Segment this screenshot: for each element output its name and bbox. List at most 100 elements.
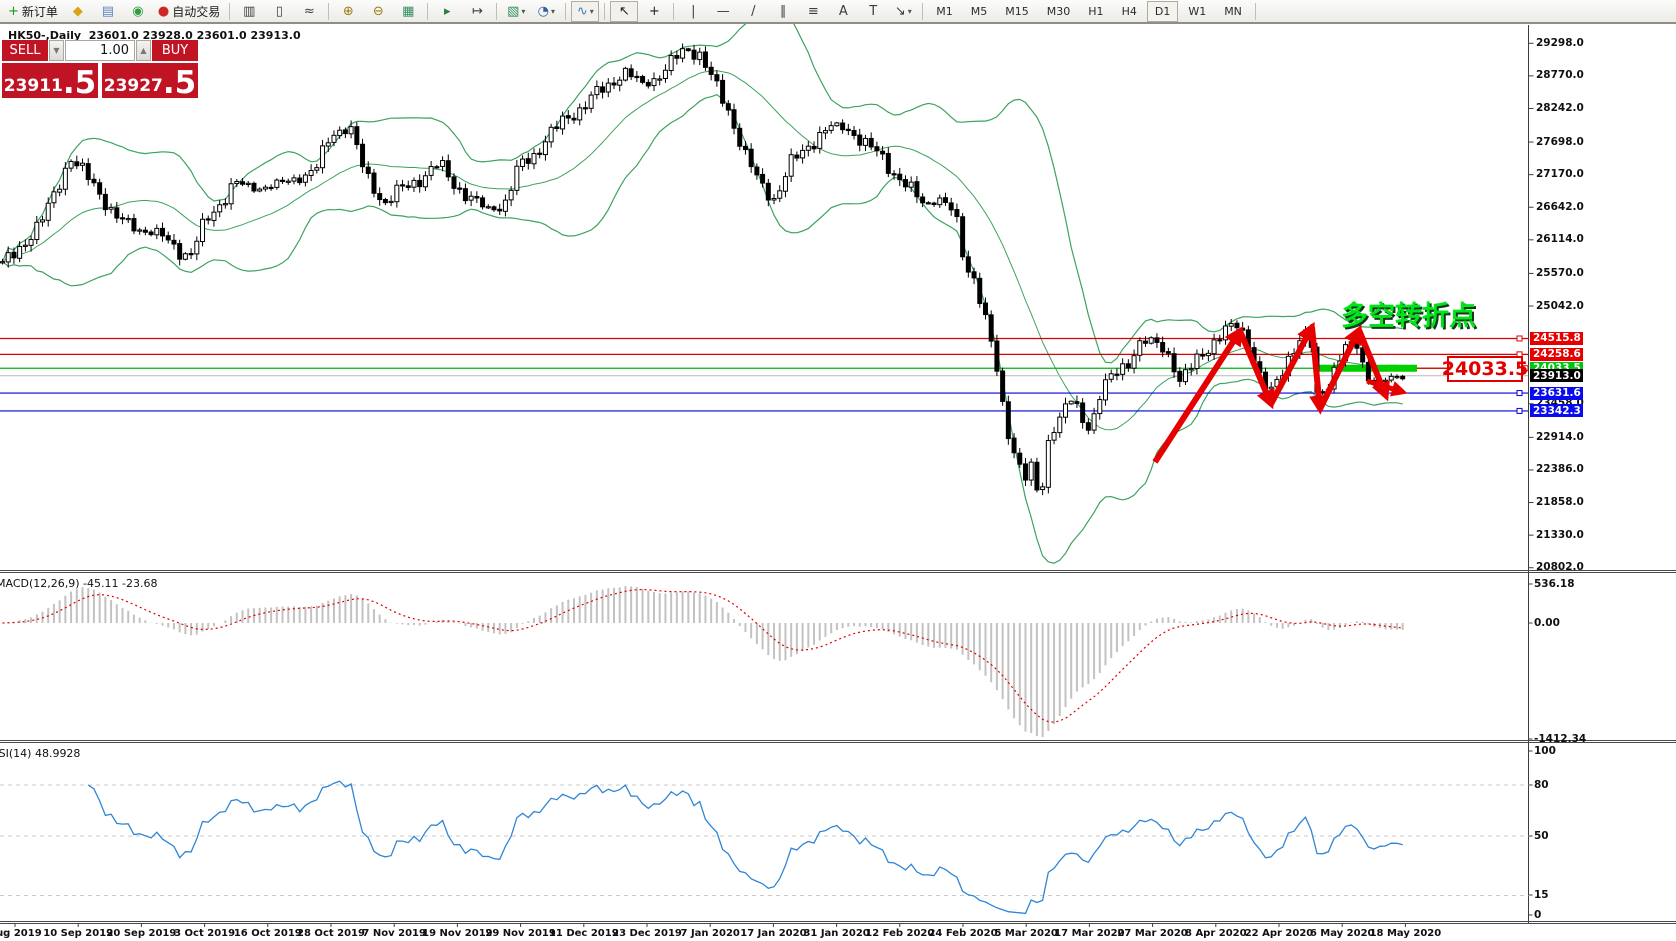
vertical-line-button[interactable]: | (679, 1, 707, 22)
candlestick-chart-icon: ▯ (276, 5, 283, 18)
timeframe-h1-button[interactable]: H1 (1080, 1, 1111, 22)
toolbar-separator (427, 3, 428, 20)
timeframe-m15-button[interactable]: M15 (997, 1, 1037, 22)
equidistant-channel-button[interactable]: ∥ (769, 1, 797, 22)
signals-button[interactable]: ◉ (124, 1, 152, 22)
price-tick: 25042.0 (1536, 300, 1584, 312)
price-tick: 22386.0 (1536, 463, 1584, 475)
buy-button[interactable]: BUY (152, 40, 198, 61)
cursor-button[interactable]: ↖ (610, 1, 638, 22)
new-chart-button[interactable]: ▧▾ (502, 1, 530, 22)
zoom-out-button[interactable]: ⊖ (364, 1, 392, 22)
arrows-tool-button[interactable]: ↘▾ (889, 1, 917, 22)
tile-windows-icon: ▦ (402, 5, 414, 18)
price-tick: 29298.0 (1536, 37, 1584, 49)
horizontal-line-icon: — (717, 5, 730, 18)
date-label: 7 Nov 2019 (362, 928, 426, 939)
bar-chart-button[interactable]: ▥ (235, 1, 263, 22)
indicators-button[interactable]: ∿▾ (571, 1, 599, 22)
text-label-icon: T (869, 5, 877, 18)
sell-price-frac: .5 (63, 71, 96, 95)
toolbar-separator (604, 3, 605, 20)
auto-trading-icon: ● (158, 5, 169, 18)
new-chart-dropdown-arrow[interactable]: ▾ (521, 7, 525, 16)
date-label: 19 Nov 2019 (422, 928, 492, 939)
macd-axis-tick: 0.00 (1534, 617, 1560, 629)
text-icon: A (839, 5, 848, 18)
timeframe-h4-button[interactable]: H4 (1114, 1, 1145, 22)
buy-price[interactable]: 23927.5 (102, 63, 198, 98)
date-label: 18 May 2020 (1370, 928, 1442, 939)
price-badge-23913.0: 23913.0 (1530, 369, 1583, 382)
price-tick: 27698.0 (1536, 136, 1584, 148)
indicators-dropdown-arrow[interactable]: ▾ (590, 7, 594, 16)
horizontal-line-button[interactable]: — (709, 1, 737, 22)
arrows-tool-dropdown-arrow[interactable]: ▾ (908, 7, 912, 16)
sell-price[interactable]: 23911.5 (2, 63, 98, 98)
fibonacci-button[interactable]: ≡ (799, 1, 827, 22)
market-watch-icon: ▤ (102, 5, 114, 18)
price-badge-24515.8: 24515.8 (1530, 332, 1583, 345)
price-tick: 28770.0 (1536, 69, 1584, 81)
macd-axis-tick: -1412.34 (1534, 733, 1586, 745)
macd-indicator-label: MACD(12,26,9) -45.11 -23.68 (0, 577, 157, 590)
timeframe-mn-button[interactable]: MN (1216, 1, 1250, 22)
chart-shift-button[interactable]: ↦ (463, 1, 491, 22)
auto-scroll-button[interactable]: ▸ (433, 1, 461, 22)
trendline-button[interactable]: / (739, 1, 767, 22)
zigzag-arrows (1155, 327, 1403, 462)
date-label: 28 Oct 2019 (297, 928, 365, 939)
zoom-in-icon: ⊕ (343, 5, 354, 18)
bar-chart-icon: ▥ (243, 5, 255, 18)
rsi-axis-tick: 50 (1534, 830, 1549, 842)
timeframe-m30-button[interactable]: M30 (1039, 1, 1079, 22)
one-click-trading-panel: SELL ▼ 1.00 ▲ BUY 23911.5 23927.5 (2, 40, 198, 98)
price-tick: 21858.0 (1536, 496, 1584, 508)
new-order-button[interactable]: +新订单 (4, 1, 62, 22)
tile-windows-button[interactable]: ▦ (394, 1, 422, 22)
timeframe-w1-button[interactable]: W1 (1180, 1, 1214, 22)
volume-decrease-button[interactable]: ▼ (49, 40, 64, 61)
auto-trading-label: 自动交易 (172, 3, 220, 20)
volume-increase-button[interactable]: ▲ (136, 40, 151, 61)
zoom-in-button[interactable]: ⊕ (334, 1, 362, 22)
turning-point-annotation[interactable]: 多空转折点 (1341, 294, 1476, 333)
vertical-line-icon: | (691, 5, 695, 18)
rsi-axis-tick: 0 (1534, 909, 1541, 921)
toolbar-separator (1255, 3, 1256, 20)
rsi-axis-tick: 80 (1534, 779, 1549, 791)
top-toolbar: +新订单◆▤◉●自动交易▥▯≈⊕⊖▦▸↦▧▾◔▾∿▾↖+|—/∥≡AT↘▾M1M… (0, 0, 1676, 24)
rsi-axis-tick: 100 (1534, 745, 1556, 757)
signals-icon: ◉ (132, 5, 143, 18)
toolbar-separator (565, 3, 566, 20)
toolbar-separator (673, 3, 674, 20)
crosshair-button[interactable]: + (640, 1, 668, 22)
text-label-button[interactable]: T (859, 1, 887, 22)
price-tick: 21330.0 (1536, 529, 1584, 541)
candlestick-chart-button[interactable]: ▯ (265, 1, 293, 22)
indicators-icon: ∿ (577, 5, 588, 18)
price-tick: 27170.0 (1536, 168, 1584, 180)
chart-canvas[interactable] (0, 0, 1676, 941)
trendline-icon: / (751, 5, 755, 18)
price-badge-24258.6: 24258.6 (1530, 348, 1583, 361)
styler-button[interactable]: ◆ (64, 1, 92, 22)
fibonacci-icon: ≡ (808, 5, 819, 18)
date-label: 7 Jan 2020 (681, 928, 740, 939)
profiles-dropdown-arrow[interactable]: ▾ (551, 7, 555, 16)
volume-input[interactable]: 1.00 (65, 40, 135, 61)
line-chart-button[interactable]: ≈ (295, 1, 323, 22)
chart-shift-icon: ↦ (472, 5, 483, 18)
auto-trading-button[interactable]: ●自动交易 (154, 1, 224, 22)
text-button[interactable]: A (829, 1, 857, 22)
date-label: 29 Nov 2019 (485, 928, 555, 939)
profiles-button[interactable]: ◔▾ (532, 1, 560, 22)
timeframe-d1-button[interactable]: D1 (1147, 1, 1178, 22)
price-level-box[interactable]: 24033.5 (1447, 356, 1523, 382)
market-watch-button[interactable]: ▤ (94, 1, 122, 22)
new-order-icon: + (8, 5, 19, 18)
sell-button[interactable]: SELL (2, 40, 48, 61)
timeframe-m5-button[interactable]: M5 (963, 1, 996, 22)
timeframe-m1-button[interactable]: M1 (928, 1, 961, 22)
date-label: 27 Mar 2020 (1117, 928, 1187, 939)
